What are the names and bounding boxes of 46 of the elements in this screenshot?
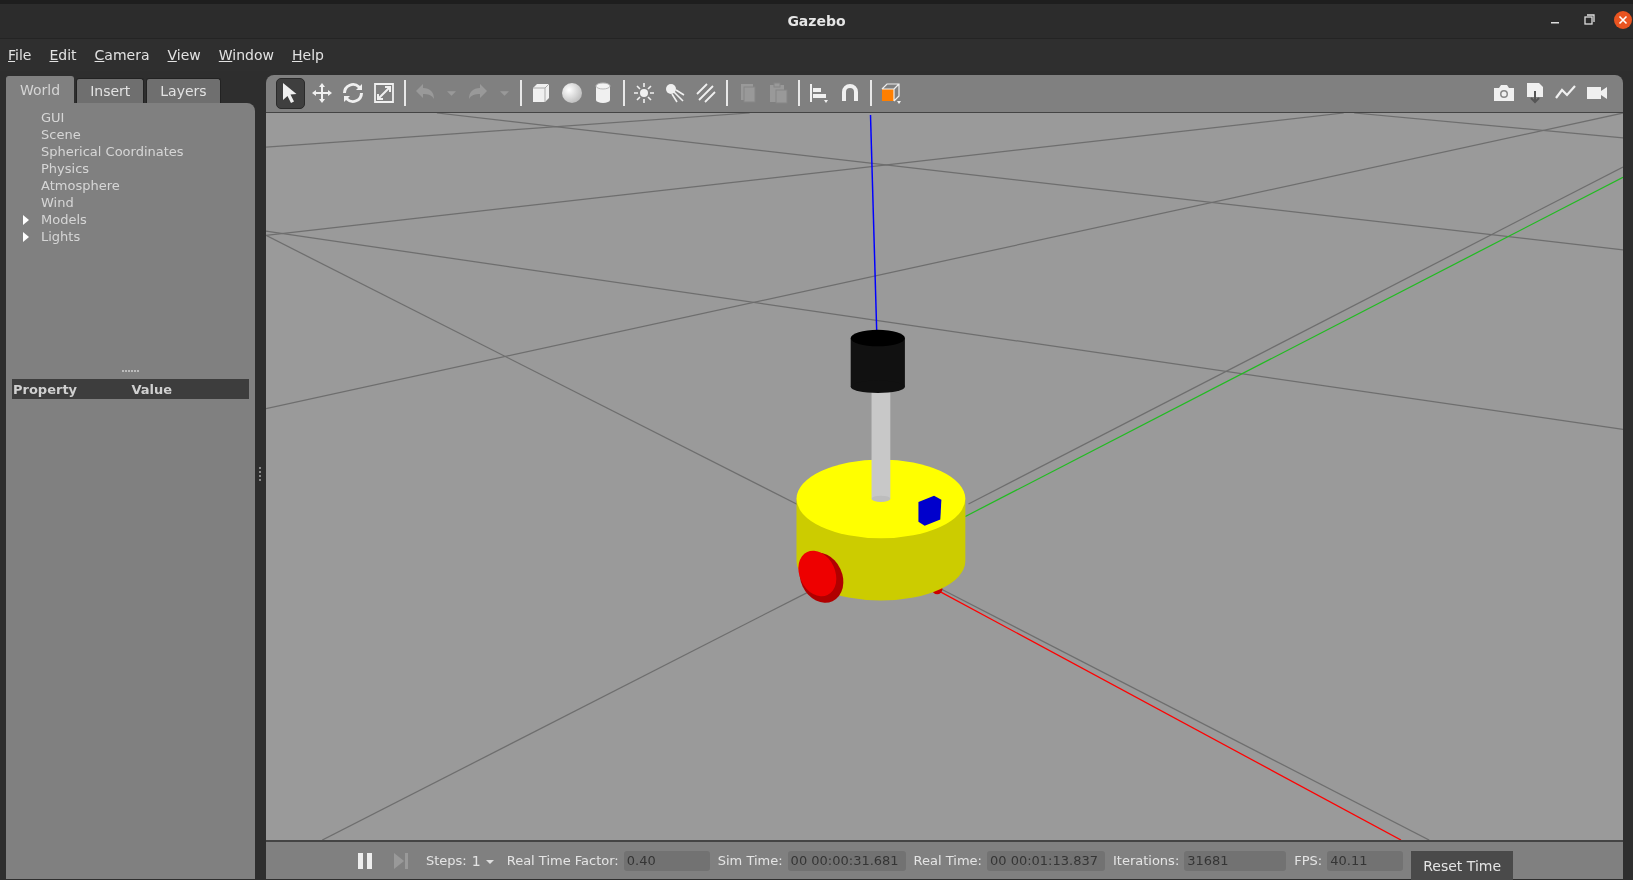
tree-item[interactable]: Spherical Coordinates [41,144,184,159]
tree-item[interactable]: GUI [41,110,65,125]
caret-icon [446,90,456,96]
field-label: Iterations: [1112,853,1180,868]
menu-item[interactable]: Window [218,47,283,63]
panel-tab[interactable]: World [6,76,75,103]
steps-label: Steps: [426,853,467,868]
splitter-handle-icon[interactable] [259,467,262,483]
scale-arrows-icon [371,81,396,106]
field-label: Real Time: [913,853,982,868]
tree-item[interactable]: Wind [41,195,74,210]
expand-arrow-icon[interactable] [22,214,30,225]
field-label: Sim Time: [717,853,783,868]
sun-icon [631,81,656,106]
menu-item[interactable]: File [8,47,41,63]
menu-item[interactable]: Help [292,47,333,63]
window-title: Gazebo [787,13,846,29]
tree-item[interactable]: Atmosphere [41,178,120,193]
tree-item[interactable]: Scene [41,127,81,142]
tree-item[interactable]: Models [41,212,87,227]
reset-time-button[interactable]: Reset Time [1411,850,1514,880]
tree-item[interactable]: Lights [41,229,81,244]
readout-field: 40.11 [1327,850,1404,871]
readout-field: 00 00:00:31.681 [787,850,906,871]
close-icon[interactable] [1613,10,1633,30]
caret-icon [499,90,509,96]
readout-field: 31681 [1184,850,1287,871]
panel-tab[interactable]: Insert [76,78,145,103]
readout-field: 0.40 [623,850,710,871]
menu-item[interactable]: Edit [49,47,86,63]
menu-item[interactable]: Camera [94,47,159,63]
column-header: Property [12,381,79,397]
readout-field: 00 00:01:13.837 [986,850,1105,871]
select-arrow-tool-button[interactable] [276,77,305,109]
panel-tab[interactable]: Layers [146,78,221,103]
tree-item[interactable]: Physics [41,161,90,176]
menu-item[interactable]: View [167,47,210,63]
expand-arrow-icon[interactable] [22,231,30,242]
field-label: FPS: [1294,853,1323,868]
sphere-shape-icon [559,81,584,106]
field-label: Real Time Factor: [506,853,619,868]
column-header: Value [130,381,174,397]
robot-drawing[interactable] [796,329,966,603]
splitter-handle-icon[interactable] [121,369,140,373]
steps-value[interactable]: 1 [471,852,481,869]
rotate-arrows-icon [340,81,365,106]
